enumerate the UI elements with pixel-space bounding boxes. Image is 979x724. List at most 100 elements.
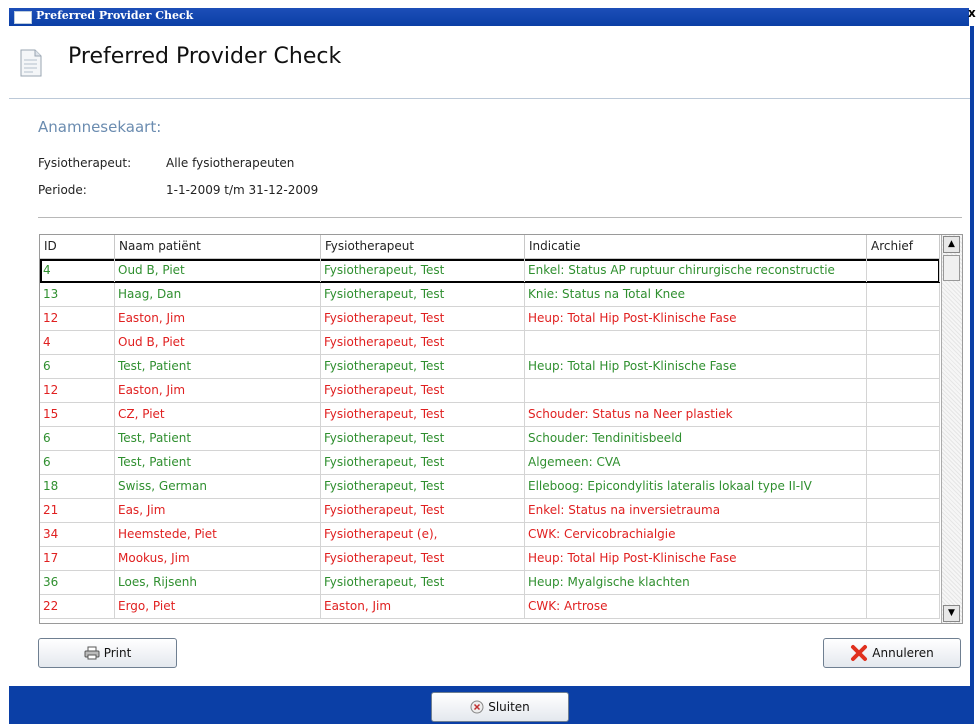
cell-archief — [867, 499, 940, 522]
table-row[interactable]: 34 Heemstede, Piet Fysiotherapeut (e), CWK:… — [40, 523, 940, 547]
cell-id: 21 — [40, 499, 115, 522]
cell-naam: Loes, Rijsenh — [115, 571, 321, 594]
table-row[interactable]: 15 CZ, Piet Fysiotherapeut, Test Schouder: … — [40, 403, 940, 427]
results-table[interactable]: ID Naam patiënt Fysiotherapeut Indicatie… — [39, 234, 963, 624]
column-header-archief[interactable]: Archief — [867, 235, 940, 258]
page-title: Preferred Provider Check — [68, 44, 342, 69]
cell-indicatie: Heup: Myalgische klachten — [525, 571, 867, 594]
cell-indicatie: Schouder: Tendinitisbeeld — [525, 427, 867, 450]
close-button-label: Sluiten — [488, 700, 530, 714]
cancel-button-label: Annuleren — [872, 646, 934, 660]
column-header-id[interactable]: ID — [40, 235, 115, 258]
cell-fysio: Fysiotherapeut, Test — [321, 547, 525, 570]
cell-id: 12 — [40, 307, 115, 330]
cell-id: 34 — [40, 523, 115, 546]
table-row[interactable]: 18 Swiss, German Fysiotherapeut, Test Elleb… — [40, 475, 940, 499]
table-row[interactable]: 22 Ergo, Piet Easton, Jim CWK: Artrose — [40, 595, 940, 619]
table-row[interactable]: 12 Easton, Jim Fysiotherapeut, Test — [40, 379, 940, 403]
table-row[interactable]: 17 Mookus, Jim Fysiotherapeut, Test Heup: T… — [40, 547, 940, 571]
cell-archief — [867, 571, 940, 594]
cell-archief — [867, 451, 940, 474]
window-icon — [14, 11, 32, 24]
divider — [38, 217, 962, 218]
cell-id: 13 — [40, 283, 115, 306]
cell-indicatie: Heup: Total Hip Post-Klinische Fase — [525, 547, 867, 570]
cell-indicatie: Heup: Total Hip Post-Klinische Fase — [525, 355, 867, 378]
cell-naam: Easton, Jim — [115, 307, 321, 330]
cell-naam: Easton, Jim — [115, 379, 321, 402]
cell-id: 6 — [40, 427, 115, 450]
fysiotherapeut-value: Alle fysiotherapeuten — [166, 156, 295, 170]
cell-archief — [867, 259, 940, 282]
table-row[interactable]: 21 Eas, Jim Fysiotherapeut, Test Enkel: Sta… — [40, 499, 940, 523]
cell-archief — [867, 475, 940, 498]
cell-archief — [867, 307, 940, 330]
cell-archief — [867, 403, 940, 426]
fysiotherapeut-label: Fysiotherapeut: — [38, 156, 132, 170]
table-row[interactable]: 6 Test, Patient Fysiotherapeut, Test Schoud… — [40, 427, 940, 451]
cell-archief — [867, 331, 940, 354]
table-row[interactable]: 13 Haag, Dan Fysiotherapeut, Test Knie: Sta… — [40, 283, 940, 307]
cell-indicatie: CWK: Artrose — [525, 595, 867, 618]
cell-id: 4 — [40, 259, 115, 282]
cell-fysio: Fysiotherapeut, Test — [321, 403, 525, 426]
cell-indicatie: CWK: Cervicobrachialgie — [525, 523, 867, 546]
cell-naam: Test, Patient — [115, 355, 321, 378]
print-button[interactable]: Print — [38, 638, 177, 668]
cell-indicatie: Knie: Status na Total Knee — [525, 283, 867, 306]
cell-fysio: Fysiotherapeut, Test — [321, 259, 525, 282]
cell-fysio: Fysiotherapeut, Test — [321, 355, 525, 378]
scroll-up-icon[interactable]: ▲ — [943, 236, 960, 253]
cell-id: 18 — [40, 475, 115, 498]
cell-naam: Heemstede, Piet — [115, 523, 321, 546]
cell-fysio: Fysiotherapeut, Test — [321, 379, 525, 402]
cell-id: 22 — [40, 595, 115, 618]
section-title: Anamnesekaart: — [38, 118, 162, 136]
cell-naam: CZ, Piet — [115, 403, 321, 426]
close-button[interactable]: Sluiten — [431, 692, 569, 722]
table-row[interactable]: 36 Loes, Rijsenh Fysiotherapeut, Test Heup:… — [40, 571, 940, 595]
cell-indicatie: Algemeen: CVA — [525, 451, 867, 474]
red-x-icon — [850, 644, 868, 662]
window-titlebar: Preferred Provider Check x — [0, 0, 979, 26]
cell-archief — [867, 523, 940, 546]
cell-naam: Swiss, German — [115, 475, 321, 498]
cell-indicatie — [525, 331, 867, 354]
cell-fysio: Fysiotherapeut, Test — [321, 307, 525, 330]
cell-archief — [867, 379, 940, 402]
cell-fysio: Fysiotherapeut, Test — [321, 571, 525, 594]
cell-archief — [867, 283, 940, 306]
cell-indicatie: Enkel: Status na inversietrauma — [525, 499, 867, 522]
cell-archief — [867, 355, 940, 378]
cell-fysio: Fysiotherapeut, Test — [321, 331, 525, 354]
table-row[interactable]: 12 Easton, Jim Fysiotherapeut, Test Heup: T… — [40, 307, 940, 331]
cell-indicatie: Elleboog: Epicondylitis lateralis lokaal… — [525, 475, 867, 498]
cell-id: 36 — [40, 571, 115, 594]
table-row[interactable]: 4 Oud B, Piet Fysiotherapeut, Test — [40, 331, 940, 355]
cell-naam: Test, Patient — [115, 451, 321, 474]
document-icon — [20, 49, 42, 77]
close-icon[interactable]: x — [968, 6, 979, 20]
cell-fysio: Easton, Jim — [321, 595, 525, 618]
column-header-fysiotherapeut[interactable]: Fysiotherapeut — [321, 235, 525, 258]
cell-naam: Test, Patient — [115, 427, 321, 450]
cell-naam: Oud B, Piet — [115, 331, 321, 354]
cell-fysio: Fysiotherapeut, Test — [321, 283, 525, 306]
column-header-naam[interactable]: Naam patiënt — [115, 235, 321, 258]
cancel-button[interactable]: Annuleren — [823, 638, 961, 668]
cell-archief — [867, 547, 940, 570]
cell-id: 4 — [40, 331, 115, 354]
cell-indicatie: Enkel: Status AP ruptuur chirurgische re… — [525, 259, 867, 282]
vertical-scrollbar[interactable]: ▲ ▼ — [941, 235, 962, 623]
periode-label: Periode: — [38, 183, 87, 197]
table-row[interactable]: 6 Test, Patient Fysiotherapeut, Test Algeme… — [40, 451, 940, 475]
scroll-down-icon[interactable]: ▼ — [943, 605, 960, 622]
window-title: Preferred Provider Check — [36, 9, 194, 22]
table-row[interactable]: 4 Oud B, Piet Fysiotherapeut, Test Enkel: S… — [40, 259, 940, 283]
table-row[interactable]: 6 Test, Patient Fysiotherapeut, Test Heup: … — [40, 355, 940, 379]
circle-x-icon — [470, 700, 484, 714]
cell-naam: Eas, Jim — [115, 499, 321, 522]
column-header-indicatie[interactable]: Indicatie — [525, 235, 867, 258]
cell-fysio: Fysiotherapeut, Test — [321, 451, 525, 474]
scroll-thumb[interactable] — [943, 255, 960, 281]
